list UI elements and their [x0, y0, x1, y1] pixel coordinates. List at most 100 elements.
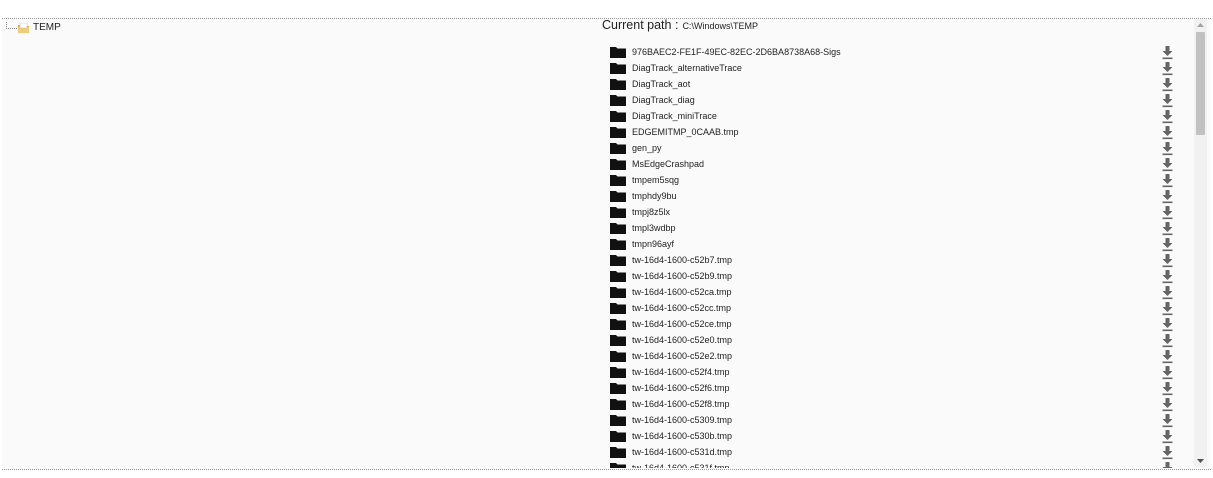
download-icon[interactable]: [1160, 60, 1174, 76]
download-icon[interactable]: [1160, 252, 1174, 268]
folder-icon: [610, 62, 626, 74]
file-row[interactable]: tmpj8z5lx: [610, 204, 1185, 220]
file-name[interactable]: MsEdgeCrashpad: [632, 159, 704, 169]
download-icon[interactable]: [1160, 140, 1174, 156]
download-icon[interactable]: [1160, 44, 1174, 60]
file-name[interactable]: tw-16d4-1600-c530b.tmp: [632, 431, 732, 441]
file-name[interactable]: DiagTrack_miniTrace: [632, 111, 717, 121]
download-icon[interactable]: [1160, 204, 1174, 220]
file-row[interactable]: MsEdgeCrashpad: [610, 156, 1185, 172]
file-name[interactable]: tw-16d4-1600-c52b9.tmp: [632, 271, 732, 281]
download-icon[interactable]: [1160, 444, 1174, 460]
file-name[interactable]: DiagTrack_diag: [632, 95, 695, 105]
vertical-scrollbar[interactable]: [1194, 19, 1207, 467]
download-icon[interactable]: [1160, 172, 1174, 188]
tree-node-temp[interactable]: TEMP: [18, 20, 61, 34]
file-name[interactable]: tw-16d4-1600-c52ca.tmp: [632, 287, 732, 297]
download-icon[interactable]: [1160, 412, 1174, 428]
folder-icon: [610, 94, 626, 106]
file-name[interactable]: 976BAEC2-FE1F-49EC-82EC-2D6BA8738A68-Sig…: [632, 47, 841, 57]
folder-icon: [610, 430, 626, 442]
file-row[interactable]: tw-16d4-1600-c5309.tmp: [610, 412, 1185, 428]
file-name[interactable]: tw-16d4-1600-c52f4.tmp: [632, 367, 730, 377]
folder-icon: [610, 270, 626, 282]
folder-icon: [610, 126, 626, 138]
file-name[interactable]: tw-16d4-1600-c52ce.tmp: [632, 319, 732, 329]
download-icon[interactable]: [1160, 220, 1174, 236]
file-name[interactable]: tmpj8z5lx: [632, 207, 670, 217]
folder-icon: [610, 334, 626, 346]
current-path-label: Current path :: [602, 18, 679, 32]
file-row[interactable]: tw-16d4-1600-c52e2.tmp: [610, 348, 1185, 364]
folder-icon: [610, 462, 626, 468]
download-icon[interactable]: [1160, 332, 1174, 348]
file-row[interactable]: EDGEMITMP_0CAAB.tmp: [610, 124, 1185, 140]
file-row[interactable]: tw-16d4-1600-c52b7.tmp: [610, 252, 1185, 268]
download-icon[interactable]: [1160, 268, 1174, 284]
folder-icon: [610, 142, 626, 154]
file-name[interactable]: tw-16d4-1600-c52e2.tmp: [632, 351, 732, 361]
file-name[interactable]: tmpn96ayf: [632, 239, 674, 249]
file-row[interactable]: tw-16d4-1600-c52f8.tmp: [610, 396, 1185, 412]
folder-icon: [610, 110, 626, 122]
download-icon[interactable]: [1160, 460, 1174, 468]
download-icon[interactable]: [1160, 364, 1174, 380]
download-icon[interactable]: [1160, 300, 1174, 316]
scroll-up-arrow-icon[interactable]: [1194, 19, 1207, 31]
file-row[interactable]: tw-16d4-1600-c530b.tmp: [610, 428, 1185, 444]
download-icon[interactable]: [1160, 156, 1174, 172]
download-icon[interactable]: [1160, 188, 1174, 204]
file-row[interactable]: tw-16d4-1600-c52ce.tmp: [610, 316, 1185, 332]
scroll-down-arrow-icon[interactable]: [1194, 455, 1207, 467]
file-row[interactable]: tw-16d4-1600-c52cc.tmp: [610, 300, 1185, 316]
file-name[interactable]: tw-16d4-1600-c52e0.tmp: [632, 335, 732, 345]
file-row[interactable]: 976BAEC2-FE1F-49EC-82EC-2D6BA8738A68-Sig…: [610, 44, 1185, 60]
download-icon[interactable]: [1160, 380, 1174, 396]
file-name[interactable]: tmphdy9bu: [632, 191, 677, 201]
download-icon[interactable]: [1160, 236, 1174, 252]
download-icon[interactable]: [1160, 124, 1174, 140]
file-name[interactable]: tw-16d4-1600-c52cc.tmp: [632, 303, 731, 313]
download-icon[interactable]: [1160, 284, 1174, 300]
download-icon[interactable]: [1160, 92, 1174, 108]
file-name[interactable]: gen_py: [632, 143, 662, 153]
file-row[interactable]: tmphdy9bu: [610, 188, 1185, 204]
download-icon[interactable]: [1160, 108, 1174, 124]
file-name[interactable]: tw-16d4-1600-c531f.tmp: [632, 463, 730, 468]
file-name[interactable]: tmpem5sqg: [632, 175, 679, 185]
file-name[interactable]: tw-16d4-1600-c531d.tmp: [632, 447, 732, 457]
file-name[interactable]: tw-16d4-1600-c52b7.tmp: [632, 255, 732, 265]
folder-icon: [610, 366, 626, 378]
file-name[interactable]: tw-16d4-1600-c5309.tmp: [632, 415, 732, 425]
download-icon[interactable]: [1160, 396, 1174, 412]
download-icon[interactable]: [1160, 348, 1174, 364]
file-row[interactable]: tmpn96ayf: [610, 236, 1185, 252]
file-row[interactable]: DiagTrack_alternativeTrace: [610, 60, 1185, 76]
scroll-thumb[interactable]: [1196, 32, 1205, 135]
folder-icon: [610, 46, 626, 58]
file-row[interactable]: DiagTrack_diag: [610, 92, 1185, 108]
file-row[interactable]: tw-16d4-1600-c52b9.tmp: [610, 268, 1185, 284]
file-row[interactable]: tw-16d4-1600-c531d.tmp: [610, 444, 1185, 460]
download-icon[interactable]: [1160, 76, 1174, 92]
file-name[interactable]: DiagTrack_alternativeTrace: [632, 63, 742, 73]
file-row[interactable]: tw-16d4-1600-c531f.tmp: [610, 460, 1185, 468]
file-row[interactable]: tw-16d4-1600-c52ca.tmp: [610, 284, 1185, 300]
download-icon[interactable]: [1160, 428, 1174, 444]
file-name[interactable]: tw-16d4-1600-c52f6.tmp: [632, 383, 730, 393]
file-row[interactable]: DiagTrack_aot: [610, 76, 1185, 92]
folder-icon: [610, 302, 626, 314]
file-row[interactable]: tmpl3wdbp: [610, 220, 1185, 236]
file-row[interactable]: DiagTrack_miniTrace: [610, 108, 1185, 124]
file-row[interactable]: tw-16d4-1600-c52e0.tmp: [610, 332, 1185, 348]
file-row[interactable]: tw-16d4-1600-c52f6.tmp: [610, 380, 1185, 396]
file-row[interactable]: gen_py: [610, 140, 1185, 156]
file-name[interactable]: EDGEMITMP_0CAAB.tmp: [632, 127, 739, 137]
file-row[interactable]: tmpem5sqg: [610, 172, 1185, 188]
file-name[interactable]: tmpl3wdbp: [632, 223, 676, 233]
file-list: 976BAEC2-FE1F-49EC-82EC-2D6BA8738A68-Sig…: [610, 44, 1185, 468]
file-name[interactable]: tw-16d4-1600-c52f8.tmp: [632, 399, 730, 409]
download-icon[interactable]: [1160, 316, 1174, 332]
file-row[interactable]: tw-16d4-1600-c52f4.tmp: [610, 364, 1185, 380]
file-name[interactable]: DiagTrack_aot: [632, 79, 690, 89]
